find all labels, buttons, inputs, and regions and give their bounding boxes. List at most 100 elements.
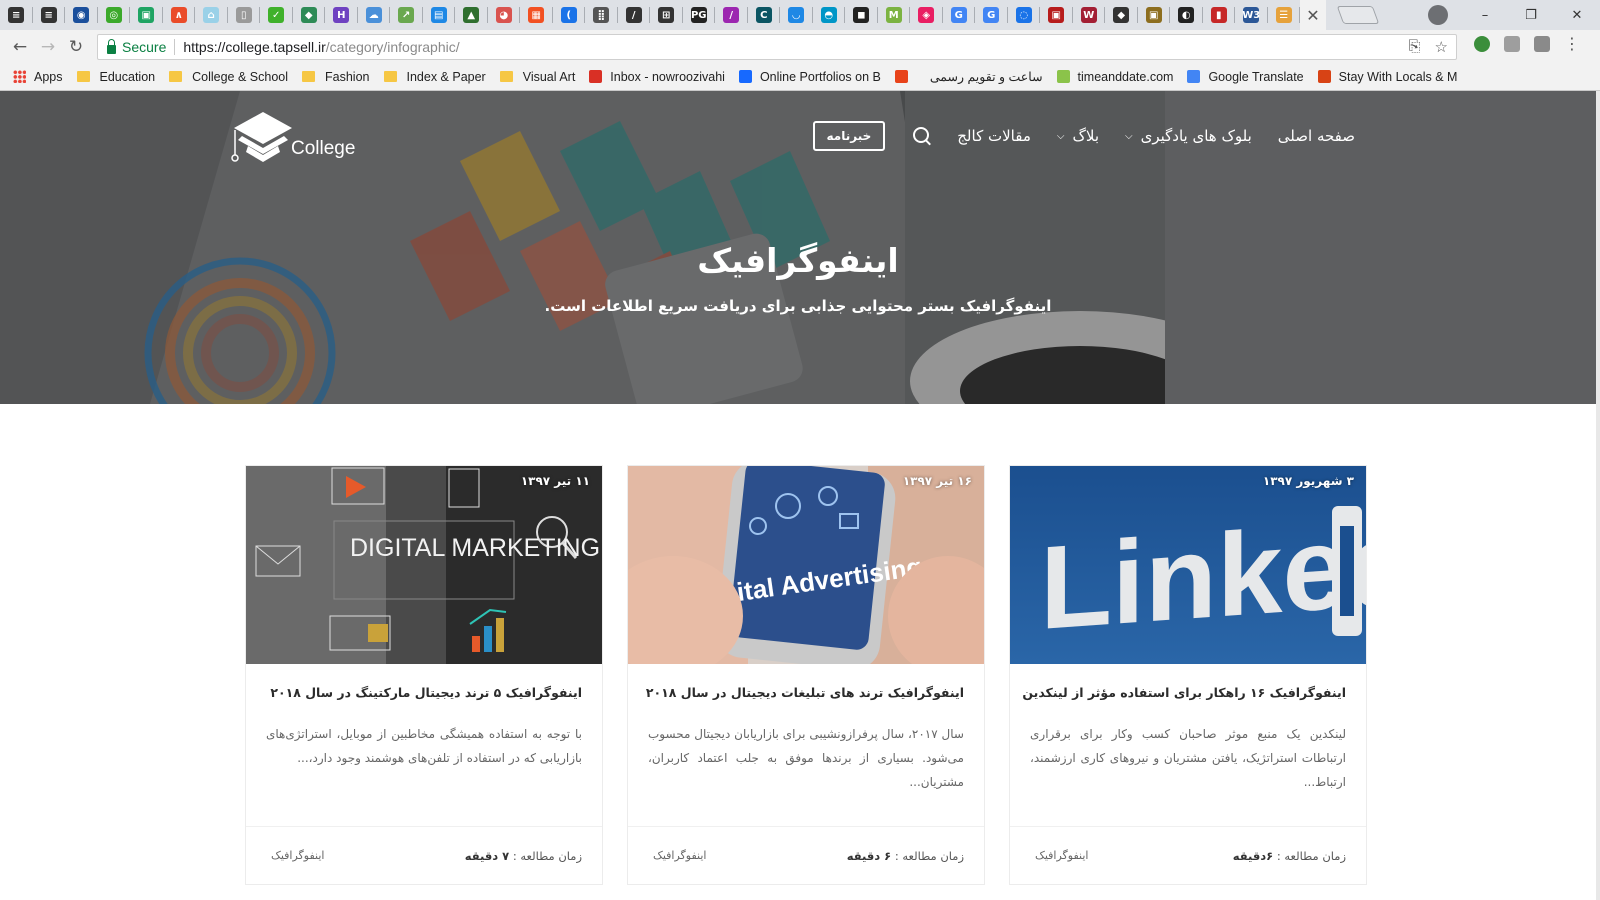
post-category-link[interactable]: اینفوگرافیک bbox=[271, 849, 324, 862]
browser-tab[interactable]: ◕ bbox=[488, 0, 521, 30]
site-logo[interactable]: College bbox=[228, 108, 358, 168]
browser-tab[interactable]: ◉ bbox=[65, 0, 98, 30]
bookmark-star-icon[interactable]: ☆ bbox=[1435, 38, 1448, 56]
browser-tab[interactable]: ▣ bbox=[1138, 0, 1171, 30]
chevron-down-icon: ⌵ bbox=[1125, 130, 1133, 142]
browser-tab[interactable]: ▯ bbox=[228, 0, 261, 30]
bookmark-item[interactable]: Online Portfolios on B bbox=[738, 70, 881, 84]
browser-tab[interactable]: ◓ bbox=[813, 0, 846, 30]
bookmark-item[interactable]: Visual Art bbox=[499, 70, 575, 84]
browser-tab[interactable]: ⣿ bbox=[585, 0, 618, 30]
folder-icon bbox=[169, 71, 183, 82]
browser-tab[interactable]: ◌ bbox=[1008, 0, 1041, 30]
tab-favicon-2-icon: ≡ bbox=[40, 7, 57, 23]
post-title[interactable]: اینفوگرافیک ۵ ترند دیجیتال مارکتینگ در س… bbox=[266, 685, 582, 700]
back-button[interactable]: ← bbox=[6, 37, 34, 57]
browser-tab[interactable]: ≡ bbox=[0, 0, 33, 30]
post-title[interactable]: اینفوگرافیک ترند های تبلیغات دیجیتال در … bbox=[646, 685, 964, 700]
browser-tab[interactable]: ▣ bbox=[1040, 0, 1073, 30]
extension-globe-icon[interactable] bbox=[1474, 36, 1490, 52]
post-title[interactable]: اینفوگرافیک ۱۶ راهکار برای استفاده مؤثر … bbox=[1022, 685, 1346, 700]
browser-tab[interactable]: / bbox=[618, 0, 651, 30]
browser-tab[interactable]: ✓ bbox=[260, 0, 293, 30]
bookmark-item[interactable]: College & School bbox=[169, 70, 288, 84]
browser-tab[interactable]: PG bbox=[683, 0, 716, 30]
browser-tab[interactable]: ▣ bbox=[130, 0, 163, 30]
bookmark-item[interactable]: timeanddate.com bbox=[1056, 70, 1173, 84]
browser-tab[interactable]: ( bbox=[553, 0, 586, 30]
browser-tab[interactable]: ▤ bbox=[423, 0, 456, 30]
browser-tab[interactable]: ◐ bbox=[1170, 0, 1203, 30]
browser-tab[interactable]: ◼ bbox=[845, 0, 878, 30]
bookmark-item[interactable]: Fashion bbox=[302, 70, 370, 84]
browser-tab[interactable]: H bbox=[325, 0, 358, 30]
browser-tab[interactable]: W3 bbox=[1235, 0, 1268, 30]
close-tab-icon[interactable]: ✕ bbox=[1306, 6, 1319, 25]
post-card-linkedin[interactable]: Linked ۳ شهریور ۱۳۹۷ اینفوگرافیک ۱۶ راهک… bbox=[1009, 465, 1367, 885]
tab-strip: ≡ ≡ ◉ ◎ ▣ ∧ ⌂ ▯ ✓ ◆ H ☁ ↗ ▤ ▲ ◕ ▦ (⣿ / ⊞ PG / C ◡ ◓ ◼ M ◈ G G ◌ ▣ W ◆ ▣ ◐ ▮ W… bbox=[0, 0, 1600, 30]
browser-tab[interactable]: ◎ bbox=[98, 0, 131, 30]
browser-tab[interactable]: ▮ bbox=[1203, 0, 1236, 30]
browser-tab[interactable]: G bbox=[943, 0, 976, 30]
page-scrollbar[interactable] bbox=[1596, 91, 1600, 900]
browser-tab[interactable]: M bbox=[878, 0, 911, 30]
menu-item-college-articles[interactable]: مقالات کالج bbox=[957, 127, 1031, 145]
bookmark-item[interactable]: ساعت و تقویم رسمی bbox=[930, 69, 1043, 84]
search-icon[interactable] bbox=[911, 126, 931, 146]
bookmark-item[interactable]: Stay With Locals & M bbox=[1317, 70, 1457, 84]
browser-tab[interactable]: / bbox=[715, 0, 748, 30]
post-card-digital-marketing[interactable]: DIGITAL MARKETING ۱۱ تیر ۱۳۹۷ اینفوگرافی… bbox=[245, 465, 603, 885]
browser-tab[interactable]: ◆ bbox=[1105, 0, 1138, 30]
menu-item-blog[interactable]: بلاگ ⌵ bbox=[1057, 127, 1099, 145]
profile-avatar-icon[interactable] bbox=[1428, 5, 1448, 25]
browser-tab[interactable]: ⌂ bbox=[195, 0, 228, 30]
bookmark-favicon-icon bbox=[894, 70, 908, 83]
tab-favicon-25-icon: ◡ bbox=[788, 7, 805, 23]
browser-tab[interactable]: ▦ bbox=[520, 0, 553, 30]
forward-button[interactable]: → bbox=[34, 37, 62, 57]
new-tab-button[interactable] bbox=[1336, 6, 1380, 24]
reload-button[interactable]: ↻ bbox=[62, 37, 90, 57]
bookmark-item[interactable] bbox=[894, 70, 916, 83]
browser-tab[interactable]: ◡ bbox=[780, 0, 813, 30]
browser-tab[interactable]: ◆ bbox=[293, 0, 326, 30]
browser-tab[interactable]: W bbox=[1073, 0, 1106, 30]
bookmark-item[interactable]: Education bbox=[76, 70, 155, 84]
browser-tab[interactable]: ◈ bbox=[910, 0, 943, 30]
reading-time-label: زمان مطالعه : bbox=[1276, 849, 1346, 863]
browser-tab[interactable]: ↗ bbox=[390, 0, 423, 30]
browser-tab[interactable]: G bbox=[975, 0, 1008, 30]
linkedin-sign-text: Linked bbox=[1040, 496, 1366, 654]
active-tab[interactable]: ✕ bbox=[1300, 0, 1326, 30]
extension-camera-icon[interactable] bbox=[1534, 36, 1550, 52]
post-category-link[interactable]: اینفوگرافیک bbox=[1035, 849, 1088, 862]
browser-tab[interactable]: ☁ bbox=[358, 0, 391, 30]
post-category-link[interactable]: اینفوگرافیک bbox=[653, 849, 706, 862]
translate-icon[interactable]: ⎘ bbox=[1409, 38, 1421, 56]
browser-tab[interactable]: ☰ bbox=[1268, 0, 1301, 30]
post-thumbnail[interactable]: Linked ۳ شهریور ۱۳۹۷ bbox=[1010, 466, 1366, 664]
bookmark-item[interactable]: Inbox - nowroozivahi bbox=[589, 70, 725, 84]
newsletter-button[interactable]: خبرنامه bbox=[812, 121, 886, 151]
digital-advertising-image: Digital Advertising bbox=[628, 466, 984, 664]
bookmark-item[interactable]: Apps bbox=[13, 70, 63, 84]
bookmark-item[interactable]: Index & Paper bbox=[383, 70, 486, 84]
address-bar[interactable]: Secure https://college.tapsell.ir /categ… bbox=[97, 34, 1457, 60]
post-card-digital-advertising[interactable]: Digital Advertising ۱۶ تیر ۱۳۹۷ اینفوگرا… bbox=[627, 465, 985, 885]
browser-tab[interactable]: ∧ bbox=[163, 0, 196, 30]
browser-tab[interactable]: C bbox=[748, 0, 781, 30]
menu-item-home[interactable]: صفحه اصلی bbox=[1278, 127, 1355, 145]
menu-kebab-icon[interactable]: ⋮ bbox=[1564, 36, 1580, 52]
post-thumbnail[interactable]: Digital Advertising ۱۶ تیر ۱۳۹۷ bbox=[628, 466, 984, 664]
tab-favicon-24-icon: C bbox=[755, 7, 772, 23]
restore-button[interactable]: ❐ bbox=[1508, 8, 1554, 23]
browser-tab[interactable]: ▲ bbox=[455, 0, 488, 30]
minimize-button[interactable]: – bbox=[1462, 8, 1508, 23]
close-window-button[interactable]: ✕ bbox=[1554, 8, 1600, 23]
browser-tab[interactable]: ≡ bbox=[33, 0, 66, 30]
browser-tab[interactable]: ⊞ bbox=[650, 0, 683, 30]
bookmark-item[interactable]: Google Translate bbox=[1187, 70, 1304, 84]
post-thumbnail[interactable]: DIGITAL MARKETING ۱۱ تیر ۱۳۹۷ bbox=[246, 466, 602, 664]
extension-cast-icon[interactable] bbox=[1504, 36, 1520, 52]
menu-item-learning-blocks[interactable]: بلوک های یادگیری ⌵ bbox=[1125, 127, 1252, 145]
